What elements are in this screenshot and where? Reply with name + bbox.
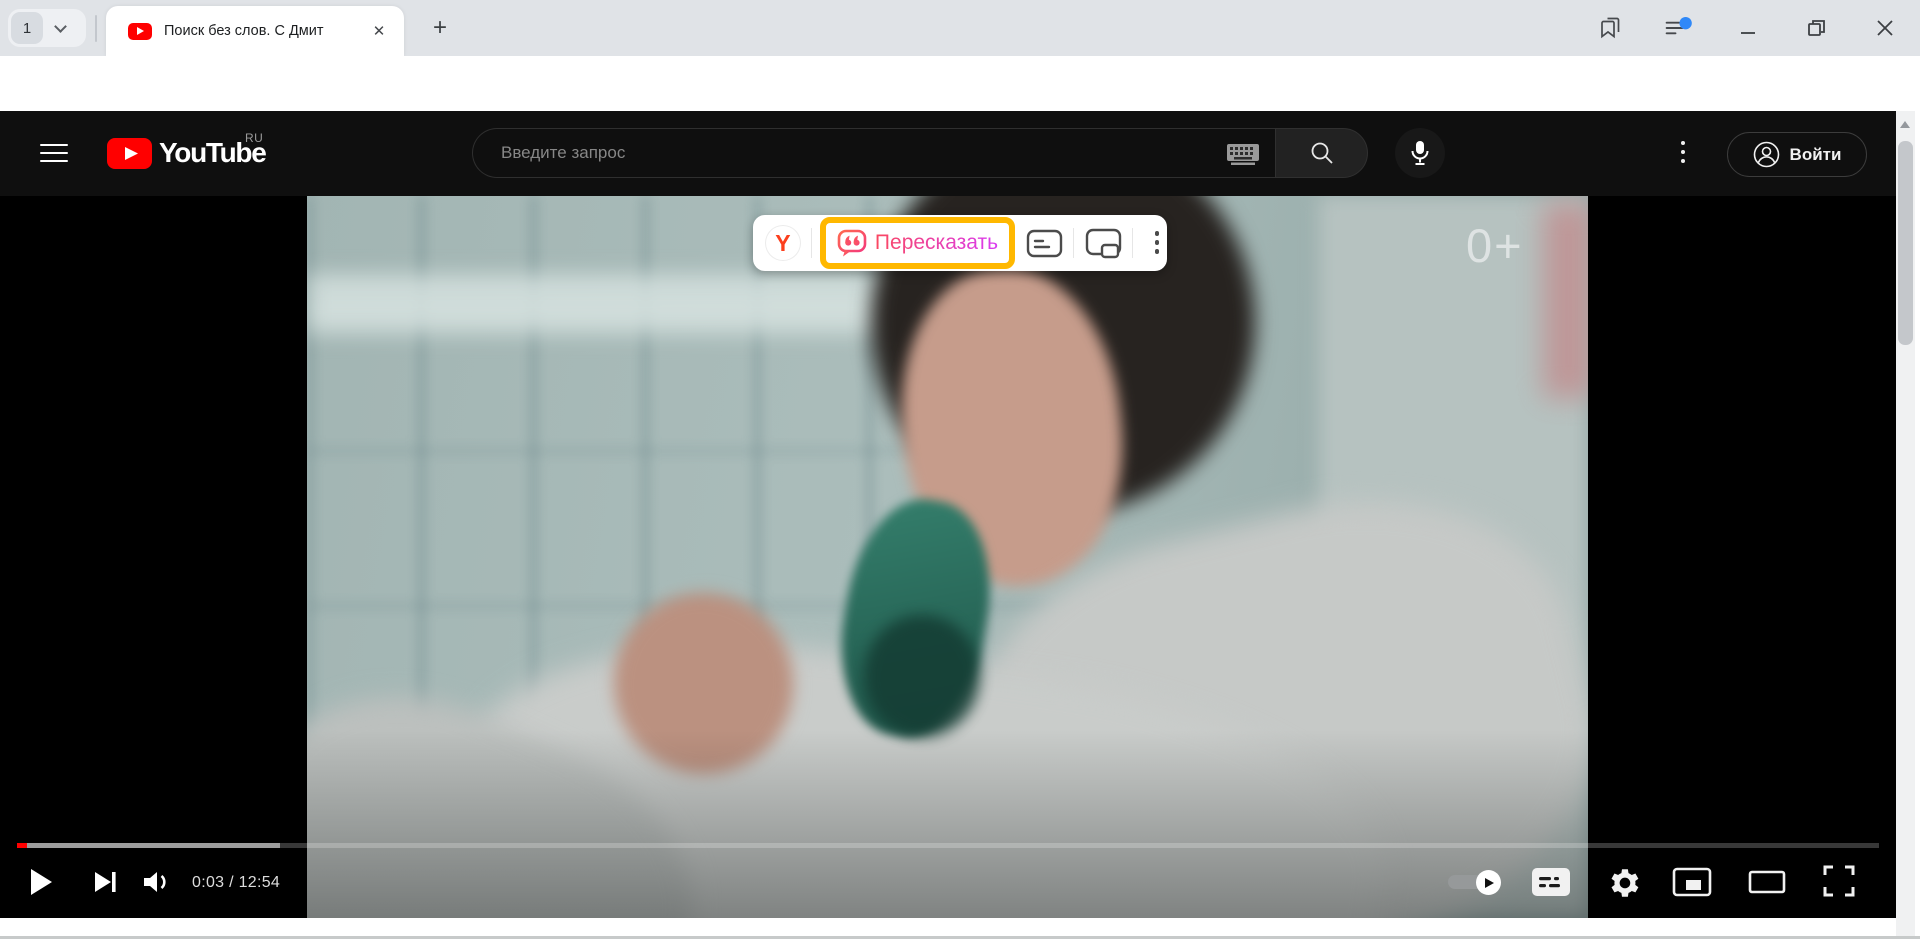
tab-title: Поиск без слов. С Дмит [164, 23, 366, 39]
keyboard-icon [1227, 144, 1259, 165]
toggle-knob-play-icon [1476, 870, 1501, 895]
play-icon [28, 867, 54, 897]
subtitles-icon [1026, 229, 1063, 258]
yandex-video-overlay-toolbar: Y [753, 215, 1167, 271]
volume-button[interactable] [141, 868, 173, 896]
kebab-icon [1155, 231, 1160, 236]
progress-bar[interactable] [17, 843, 1879, 848]
overlay-divider [1073, 228, 1074, 258]
side-panels-button[interactable] [1596, 14, 1626, 42]
microphone-icon [1408, 140, 1432, 166]
video-art-chameleon-shade [864, 615, 979, 738]
browser-menu-button[interactable] [1664, 14, 1694, 42]
yandex-logo-button[interactable]: Y [765, 225, 801, 261]
gear-icon [1609, 866, 1640, 897]
settings-button[interactable] [1608, 865, 1640, 897]
screen-keyboard-button[interactable] [1227, 144, 1259, 170]
kebab-icon [1681, 141, 1685, 145]
search-input[interactable] [501, 130, 1191, 176]
tab-strip: 1 Поиск без слов. С Дмит ✕ + [0, 0, 1920, 56]
fullscreen-icon [1822, 864, 1856, 898]
retell-button[interactable]: Пересказать [820, 217, 1015, 269]
captions-button[interactable] [1532, 868, 1570, 896]
theater-mode-button[interactable] [1748, 870, 1786, 894]
video-frame[interactable] [307, 196, 1588, 918]
region-badge: RU [245, 131, 263, 145]
active-tab[interactable]: Поиск без слов. С Дмит ✕ [106, 6, 404, 56]
menu-with-notification-icon [1664, 15, 1694, 41]
tab-counter-button[interactable]: 1 [8, 9, 86, 47]
tab-close-button[interactable]: ✕ [368, 22, 390, 40]
chevron-down-icon [54, 20, 67, 33]
youtube-logo[interactable]: YouTube [107, 138, 266, 170]
scrollbar-up-arrow[interactable] [1900, 121, 1910, 128]
scrollbar-thumb[interactable] [1898, 141, 1913, 345]
panels-icon [1598, 15, 1624, 41]
close-window-button[interactable] [1870, 14, 1900, 42]
retell-label: Пересказать [875, 231, 998, 255]
tabbar-divider [95, 15, 97, 42]
overlay-subtitles-button[interactable] [1026, 229, 1063, 258]
video-player: 0+ Y [0, 196, 1896, 918]
sign-in-button[interactable]: Войти [1727, 132, 1867, 177]
restore-button[interactable] [1801, 14, 1831, 42]
time-display: 0:03 / 12:54 [192, 874, 280, 892]
overlay-pip-button[interactable] [1085, 228, 1122, 259]
progress-buffered [17, 843, 280, 848]
next-button[interactable] [90, 868, 120, 896]
video-art-bottom-shade [307, 730, 1588, 918]
search-icon [1309, 140, 1335, 166]
play-button[interactable] [26, 866, 56, 898]
next-icon [91, 868, 119, 896]
voice-search-button[interactable] [1395, 128, 1445, 178]
minimize-button[interactable] [1733, 14, 1763, 42]
quote-bubble-icon [837, 228, 867, 258]
search-area [472, 128, 1368, 178]
window-bottom-strip [0, 918, 1920, 936]
volume-icon [141, 868, 173, 896]
overlay-divider [811, 228, 812, 258]
person-icon [1753, 141, 1780, 168]
sign-in-label: Войти [1790, 145, 1842, 165]
new-tab-button[interactable]: + [424, 12, 456, 44]
navigation-toolbar: Я www.youtube.com Поиск без слов. С Дмит… [0, 56, 1920, 111]
page-scrollbar[interactable] [1896, 111, 1915, 936]
search-field[interactable] [472, 128, 1276, 178]
tab-count: 1 [11, 12, 43, 44]
video-art-pink-blob [1543, 203, 1588, 398]
browser-window: 1 Поиск без слов. С Дмит ✕ + [0, 0, 1920, 939]
guide-menu-button[interactable] [40, 144, 68, 162]
youtube-play-icon [107, 138, 153, 170]
youtube-favicon-icon [128, 23, 152, 40]
age-rating-badge: 0+ [1466, 218, 1524, 273]
minimize-icon [1736, 16, 1760, 40]
notification-dot [1679, 17, 1691, 29]
autoplay-toggle[interactable] [1448, 870, 1502, 894]
close-icon [1873, 16, 1897, 40]
progress-played [17, 843, 27, 848]
picture-in-picture-icon [1085, 228, 1122, 259]
search-button[interactable] [1275, 128, 1368, 178]
miniplayer-icon [1672, 867, 1712, 897]
miniplayer-button[interactable] [1672, 867, 1712, 897]
overlay-divider [1132, 228, 1133, 258]
restore-icon [1804, 16, 1828, 40]
theater-icon [1748, 870, 1786, 894]
fullscreen-button[interactable] [1822, 864, 1856, 898]
overlay-more-button[interactable] [1147, 231, 1167, 255]
youtube-settings-menu-button[interactable] [1677, 141, 1689, 167]
captions-icon [1532, 868, 1570, 896]
